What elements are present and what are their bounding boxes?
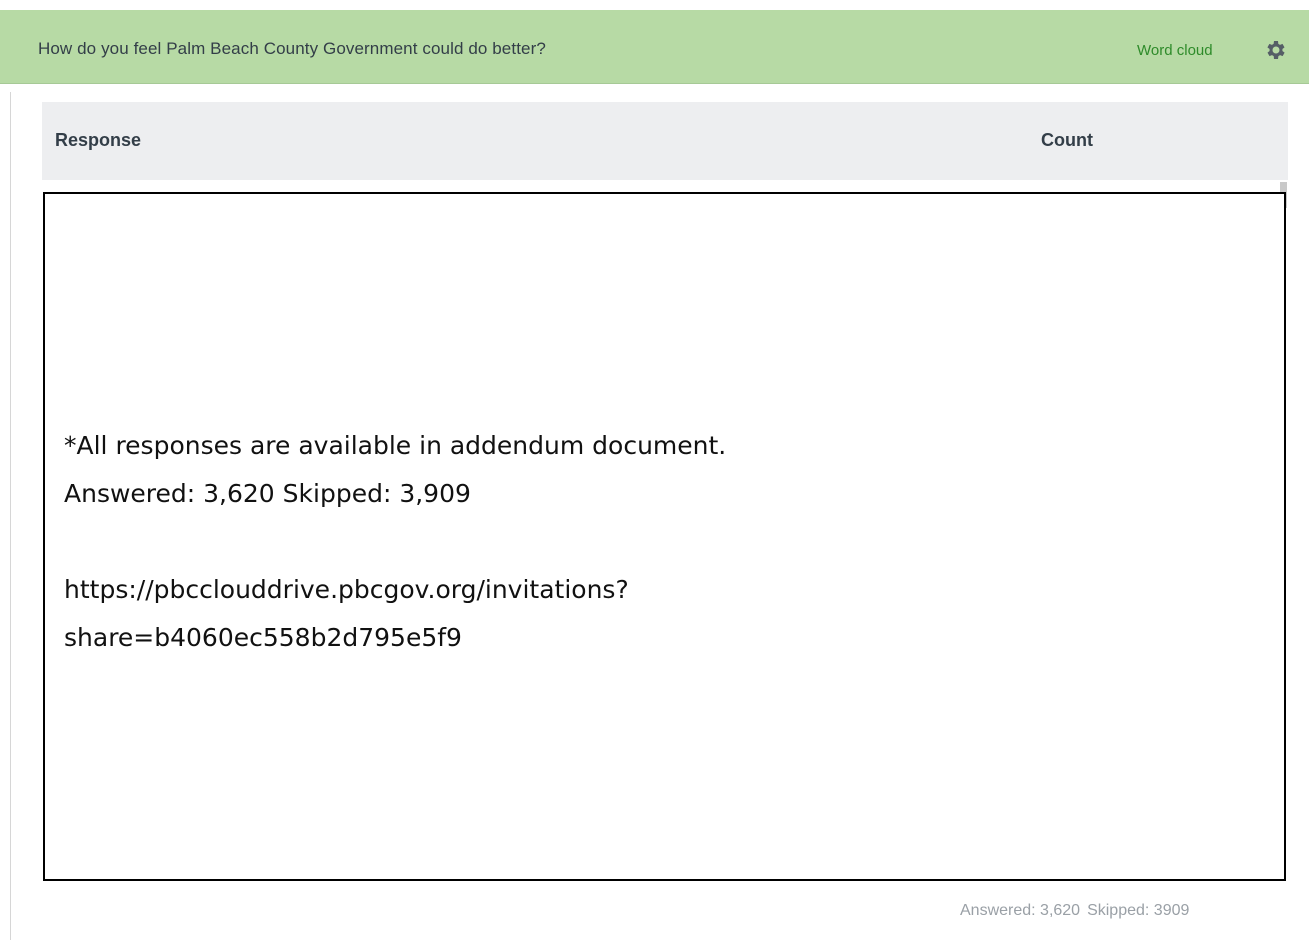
responses-table-header: Response Count <box>42 102 1288 180</box>
column-header-count: Count <box>1041 130 1093 150</box>
skipped-count: Skipped: 3909 <box>1087 902 1190 919</box>
response-summary: Answered: 3,620 Skipped: 3909 <box>960 902 1189 920</box>
column-header-response: Response <box>55 130 142 150</box>
addendum-note-text: *All responses are available in addendum… <box>64 422 726 662</box>
addendum-stats: Answered: 3,620 Skipped: 3,909 <box>64 479 471 508</box>
gear-icon[interactable] <box>1263 38 1287 62</box>
left-divider <box>10 92 11 940</box>
answered-count: Answered: 3,620 <box>960 902 1081 919</box>
addendum-note: *All responses are available in addendum… <box>64 431 727 460</box>
survey-question-panel: How do you feel Palm Beach County Govern… <box>0 0 1309 940</box>
question-header: How do you feel Palm Beach County Govern… <box>0 10 1309 84</box>
addendum-link-line-2[interactable]: share=b4060ec558b2d795e5f9 <box>64 614 726 662</box>
addendum-link-line-1[interactable]: https://pbcclouddrive.pbcgov.org/invitat… <box>64 566 726 614</box>
question-title: How do you feel Palm Beach County Govern… <box>38 39 546 58</box>
addendum-note-box: *All responses are available in addendum… <box>43 192 1286 881</box>
word-cloud-link[interactable]: Word cloud <box>1137 42 1213 59</box>
